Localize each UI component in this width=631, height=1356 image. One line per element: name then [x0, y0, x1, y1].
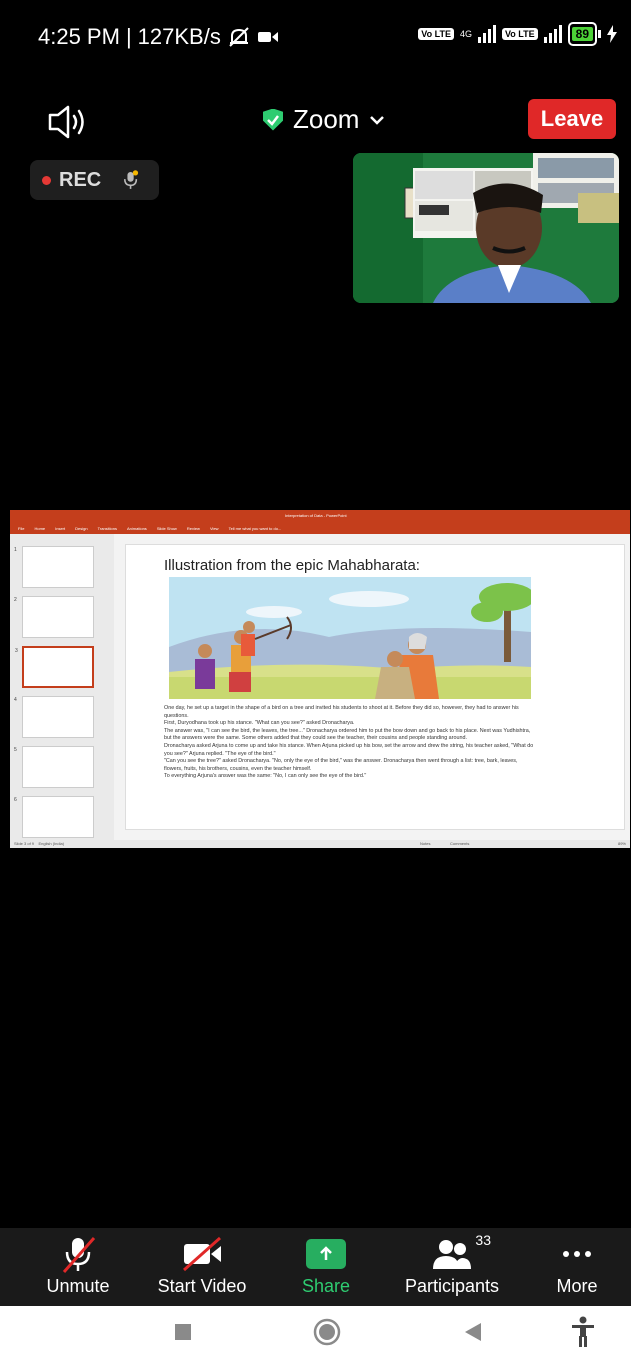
- ppt-thumbnail-number: 6: [14, 797, 17, 803]
- ppt-ribbon: File Home Insert Design Transitions Animation…: [10, 522, 630, 534]
- video-camera-icon: [257, 32, 278, 42]
- home-icon[interactable]: [313, 1318, 341, 1346]
- speaker-icon: [48, 105, 84, 139]
- meeting-header: Zoom Leave: [0, 72, 631, 150]
- participants-icon: [433, 1240, 471, 1269]
- share-arrow-icon: [306, 1239, 346, 1269]
- microphone-muted-icon: [62, 1237, 96, 1273]
- unmute-label: Unmute: [46, 1276, 110, 1296]
- status-separator: |: [125, 24, 132, 49]
- share-label: Share: [301, 1276, 351, 1296]
- ppt-zoom-level: 89%: [617, 841, 626, 846]
- secure-shield-icon: [263, 108, 283, 131]
- participants-button[interactable]: 33 Participants: [402, 1228, 502, 1306]
- ppt-ribbon-tab[interactable]: File: [18, 526, 24, 531]
- ppt-titlebar: Interpretation of Data - PowerPoint: [10, 510, 630, 522]
- leave-button[interactable]: Leave: [528, 99, 616, 139]
- participants-count: 33: [475, 1232, 491, 1248]
- ppt-comments: Comments: [450, 841, 470, 846]
- recording-label: REC: [59, 168, 102, 191]
- slide-paragraph: One day, he set up a target in the shape…: [164, 705, 519, 719]
- battery-icon: 89: [567, 22, 601, 46]
- chevron-down-icon: [370, 115, 385, 125]
- ppt-slide-thumbnail[interactable]: 3: [15, 646, 94, 688]
- start-video-button[interactable]: Start Video: [155, 1228, 249, 1306]
- ppt-ribbon-tab[interactable]: Design: [75, 526, 87, 531]
- slide-title: Illustration from the epic Mahabharata:: [164, 557, 420, 574]
- ppt-thumbnail-number: 4: [14, 697, 17, 703]
- ppt-ribbon-tab[interactable]: Review: [187, 526, 200, 531]
- signal-icon: [477, 25, 496, 43]
- ppt-ribbon-tab[interactable]: Animations: [127, 526, 147, 531]
- slide-paragraph: To everything Arjuna's answer was the sa…: [164, 773, 367, 780]
- signal-icon-2: [543, 25, 562, 43]
- accessibility-icon[interactable]: [570, 1316, 596, 1348]
- ppt-thumbnail-number: 1: [14, 547, 17, 553]
- ppt-slide-thumbnail[interactable]: 5: [14, 746, 94, 788]
- volte-badge-1: Vo LTE: [418, 28, 454, 40]
- recent-apps-icon[interactable]: [174, 1323, 192, 1341]
- shared-screen[interactable]: Interpretation of Data - PowerPoint File…: [10, 510, 630, 848]
- ppt-slide-thumbnail[interactable]: 1: [14, 546, 94, 588]
- ppt-ribbon-tab[interactable]: View: [210, 526, 219, 531]
- participants-label: Participants: [404, 1276, 500, 1296]
- ppt-slide-thumbnails: 1 2 3 4 5 6: [10, 534, 114, 840]
- meeting-title: Zoom: [293, 104, 360, 134]
- network-type: 4G: [459, 29, 472, 39]
- slide-paragraph: "Can you see the tree?" asked Dronachary…: [164, 758, 518, 772]
- more-label: More: [556, 1276, 598, 1296]
- ppt-current-slide: Illustration from the epic Mahabharata:: [125, 544, 625, 830]
- speaker-button[interactable]: [46, 102, 90, 142]
- status-bar: 4:25 PM | 127KB/s Vo LTE 4G Vo LTE 89: [0, 0, 631, 72]
- slide-paragraph: The answer was, "I can see the bird, the…: [164, 727, 531, 742]
- ppt-thumbnail-number: 5: [14, 747, 17, 753]
- ppt-slide-counter: Slide 3 of 9: [14, 841, 35, 846]
- recording-dot-icon: [42, 175, 51, 185]
- ppt-notes: Notes: [420, 841, 431, 846]
- bell-off-icon: [229, 27, 249, 47]
- slide-paragraph: Dronacharya asked Arjuna to come up and …: [164, 742, 534, 757]
- system-nav-bar: [0, 1306, 631, 1356]
- unmute-button[interactable]: Unmute: [40, 1228, 116, 1306]
- start-video-label: Start Video: [157, 1276, 247, 1296]
- recording-indicator: REC: [30, 160, 159, 200]
- status-time: 4:25 PM: [38, 24, 120, 49]
- volte-badge-2: Vo LTE: [501, 28, 538, 40]
- ppt-slide-thumbnail[interactable]: 6: [14, 796, 94, 838]
- ppt-slide-thumbnail[interactable]: 2: [14, 596, 94, 638]
- ppt-thumbnail-number: 2: [14, 597, 17, 603]
- charging-icon: [607, 25, 617, 43]
- battery-level: 89: [571, 27, 593, 41]
- status-left: 4:25 PM | 127KB/s: [38, 24, 279, 50]
- ppt-ribbon-tab[interactable]: Slide Show: [157, 526, 177, 531]
- more-button[interactable]: More: [552, 1228, 602, 1306]
- ppt-ribbon-tab[interactable]: Transitions: [98, 526, 117, 531]
- microphone-icon: [124, 170, 139, 189]
- ppt-statusbar: Slide 3 of 9 English (India) Notes Comme…: [10, 840, 630, 848]
- status-right: Vo LTE 4G Vo LTE 89: [418, 22, 617, 46]
- status-network-speed: 127KB/s: [137, 24, 221, 49]
- slide-paragraph: First, Duryodhana took up his stance. "W…: [164, 720, 355, 727]
- ppt-tell-me[interactable]: Tell me what you want to do...: [229, 526, 282, 531]
- back-icon[interactable]: [464, 1322, 482, 1342]
- archery-illustration: [169, 577, 531, 699]
- ppt-ribbon-tab[interactable]: Home: [34, 526, 45, 531]
- ppt-language: English (India): [38, 841, 65, 846]
- ppt-thumbnail-number: 3: [15, 648, 18, 654]
- ppt-ribbon-tab[interactable]: Insert: [55, 526, 65, 531]
- share-button[interactable]: Share: [300, 1228, 352, 1306]
- meeting-toolbar: Unmute Start Video Share 33 Participants…: [0, 1228, 631, 1306]
- participant-video-image: [353, 153, 619, 303]
- ppt-window-title: Interpretation of Data - PowerPoint: [285, 513, 347, 518]
- ppt-slide-thumbnail[interactable]: 4: [14, 696, 94, 738]
- more-dots-icon: [563, 1251, 591, 1257]
- video-off-icon: [183, 1236, 221, 1272]
- slide-body-text: One day, he set up a target in the shape…: [164, 705, 534, 781]
- participant-video-thumbnail[interactable]: [353, 153, 619, 303]
- meeting-title-dropdown[interactable]: Zoom: [263, 104, 385, 135]
